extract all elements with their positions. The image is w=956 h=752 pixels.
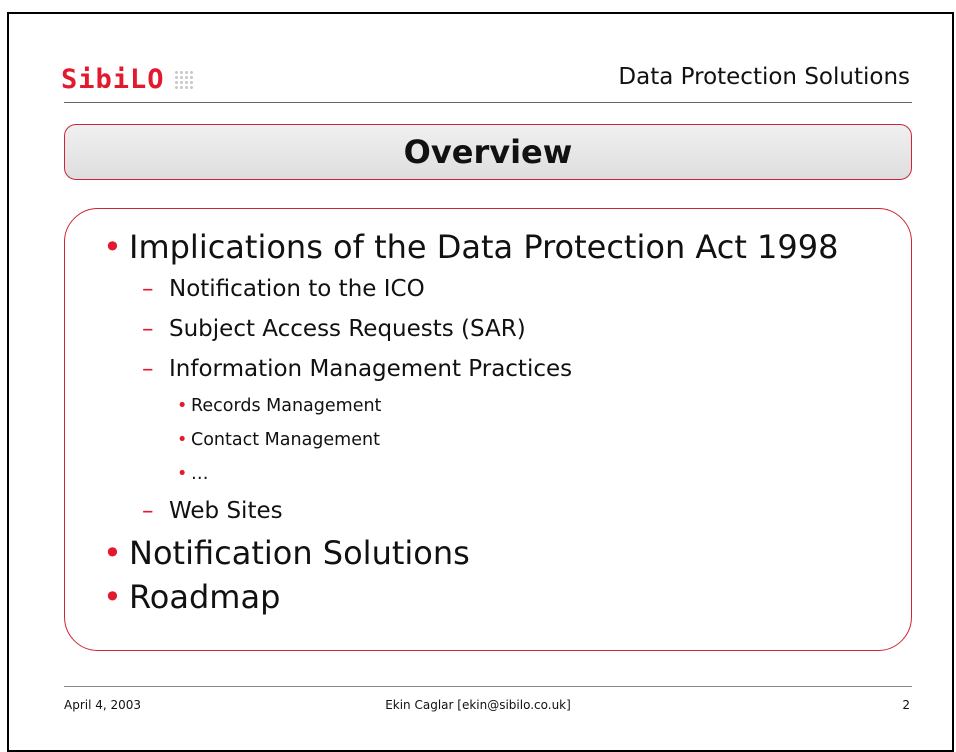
bullet-level1: Implications of the Data Protection Act … <box>65 225 911 269</box>
bullet-level1: Roadmap <box>65 575 911 619</box>
logo-dots-icon <box>174 71 193 89</box>
slide-title: Overview <box>403 133 573 171</box>
header-divider <box>64 102 912 103</box>
bullet-level2: Information Management Practices <box>65 349 911 389</box>
logo-text: SibiLO <box>61 64 165 95</box>
bullet-level3: Contact Management <box>65 423 911 457</box>
bullet-level2: Notification to the ICO <box>65 269 911 309</box>
header-tagline: Data Protection Solutions <box>618 64 910 90</box>
bullet-level1: Notification Solutions <box>65 531 911 575</box>
bullet-list: Implications of the Data Protection Act … <box>65 225 911 619</box>
sibilo-logo: SibiLO <box>61 64 193 95</box>
bullet-level2: Web Sites <box>65 491 911 531</box>
content-box: Implications of the Data Protection Act … <box>64 208 912 651</box>
bullet-level3: Records Management <box>65 389 911 423</box>
bullet-level3: … <box>65 457 911 491</box>
bullet-level2: Subject Access Requests (SAR) <box>65 309 911 349</box>
footer-divider <box>64 686 912 687</box>
page-number: 2 <box>902 698 910 712</box>
slide-title-box: Overview <box>64 124 912 180</box>
footer-author: Ekin Caglar [ekin@sibilo.co.uk] <box>385 698 571 712</box>
